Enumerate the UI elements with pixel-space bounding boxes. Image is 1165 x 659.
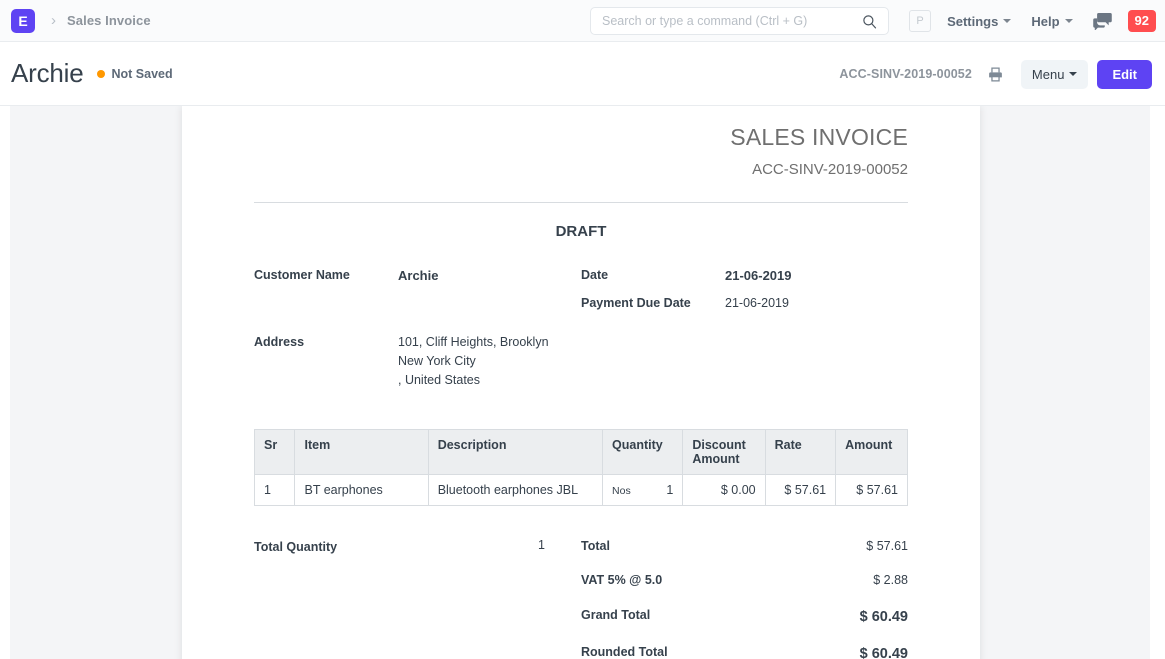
invoice-heading: SALES INVOICE xyxy=(254,124,908,151)
divider xyxy=(254,202,908,203)
workspace: SALES INVOICE ACC-SINV-2019-00052 DRAFT … xyxy=(0,106,1165,659)
address-field: Address 101, Cliff Heights, Brooklyn New… xyxy=(254,333,581,391)
rounded-total-row: Rounded Total $ 60.49 xyxy=(581,644,908,659)
total-quantity-value: 1 xyxy=(538,538,545,659)
total-row: Total $ 57.61 xyxy=(581,538,908,556)
date-field: Date 21-06-2019 xyxy=(581,266,908,286)
cell-item: BT earphones xyxy=(295,474,428,505)
totals-right-column: Total $ 57.61 VAT 5% @ 5.0 $ 2.88 Grand … xyxy=(581,538,908,659)
payment-due-date-value: 21-06-2019 xyxy=(725,294,789,313)
chevron-down-icon xyxy=(1065,19,1073,23)
cell-description: Bluetooth earphones JBL xyxy=(428,474,602,505)
app-logo-letter: E xyxy=(18,13,27,29)
cell-discount-amount: $ 0.00 xyxy=(683,474,765,505)
tax-row: VAT 5% @ 5.0 $ 2.88 xyxy=(581,572,908,590)
cell-amount: $ 57.61 xyxy=(836,474,908,505)
address-line-2: New York City xyxy=(398,352,549,371)
payment-due-date-label: Payment Due Date xyxy=(581,294,725,313)
address-label: Address xyxy=(254,333,398,391)
page-title: Archie xyxy=(11,58,84,89)
breadcrumb-sales-invoice[interactable]: Sales Invoice xyxy=(67,13,151,28)
total-quantity-field: Total Quantity 1 xyxy=(254,538,581,659)
top-navbar: E › Sales Invoice P Settings Help 92 xyxy=(0,0,1165,42)
print-preview-sheet: SALES INVOICE ACC-SINV-2019-00052 DRAFT … xyxy=(182,106,980,659)
total-value: $ 57.61 xyxy=(866,538,908,556)
col-header-amount: Amount xyxy=(836,429,908,474)
chevron-right-icon: › xyxy=(51,13,56,28)
navbar-right-group: P Settings Help 92 xyxy=(909,0,1156,42)
page-background-right xyxy=(980,106,1150,659)
cell-quantity: Nos 1 xyxy=(603,474,683,505)
page-header: Archie Not Saved ACC-SINV-2019-00052 Men… xyxy=(0,42,1165,106)
search-icon[interactable] xyxy=(862,14,888,29)
invoice-subheading: ACC-SINV-2019-00052 xyxy=(254,161,908,178)
info-row-1: Customer Name Archie Date 21-06-2019 Pay… xyxy=(254,266,908,314)
status-label: Not Saved xyxy=(112,67,173,81)
cell-rate: $ 57.61 xyxy=(765,474,836,505)
edit-button[interactable]: Edit xyxy=(1097,60,1152,89)
col-header-item: Item xyxy=(295,429,428,474)
chevron-down-icon xyxy=(1069,72,1077,76)
table-row: 1 BT earphones Bluetooth earphones JBL N… xyxy=(255,474,908,505)
rounded-total-value: $ 60.49 xyxy=(860,644,908,659)
col-header-rate: Rate xyxy=(765,429,836,474)
cell-sr: 1 xyxy=(255,474,295,505)
date-label: Date xyxy=(581,266,725,286)
address-value: 101, Cliff Heights, Brooklyn New York Ci… xyxy=(398,333,549,391)
grand-total-value: $ 60.49 xyxy=(860,607,908,627)
tax-value: $ 2.88 xyxy=(873,572,908,590)
page-header-actions: ACC-SINV-2019-00052 Menu Edit xyxy=(839,42,1152,106)
document-id: ACC-SINV-2019-00052 xyxy=(839,67,972,81)
menu-button[interactable]: Menu xyxy=(1021,60,1089,89)
date-value: 21-06-2019 xyxy=(725,266,792,286)
notification-badge[interactable]: 92 xyxy=(1128,10,1156,32)
tax-label: VAT 5% @ 5.0 xyxy=(581,572,725,590)
global-search[interactable] xyxy=(590,7,889,35)
status-badge: Not Saved xyxy=(97,67,173,81)
cell-quantity-uom: Nos xyxy=(612,485,631,497)
nav-help-label: Help xyxy=(1031,14,1059,29)
total-label: Total xyxy=(581,538,725,556)
app-logo-icon[interactable]: E xyxy=(11,9,35,33)
address-line-3: , United States xyxy=(398,371,549,390)
col-header-quantity: Quantity xyxy=(603,429,683,474)
chevron-down-icon xyxy=(1003,19,1011,23)
cell-quantity-value: 1 xyxy=(666,483,673,497)
total-quantity-label: Total Quantity xyxy=(254,538,337,659)
col-header-sr: Sr xyxy=(255,429,295,474)
grand-total-row: Grand Total $ 60.49 xyxy=(581,607,908,627)
rounded-total-label: Rounded Total xyxy=(581,644,725,659)
nav-help-menu[interactable]: Help xyxy=(1031,14,1072,29)
address-line-1: 101, Cliff Heights, Brooklyn xyxy=(398,333,549,352)
invoice-status-text: DRAFT xyxy=(254,223,908,240)
table-header-row: Sr Item Description Quantity Discount Am… xyxy=(255,429,908,474)
customer-name-field: Customer Name Archie xyxy=(254,266,581,314)
search-input[interactable] xyxy=(591,14,862,28)
nav-settings-menu[interactable]: Settings xyxy=(947,14,1011,29)
info-row-2: Address 101, Cliff Heights, Brooklyn New… xyxy=(254,333,908,391)
print-icon[interactable] xyxy=(987,66,1004,83)
totals-section: Total Quantity 1 Total $ 57.61 VAT 5% @ … xyxy=(254,538,908,659)
items-table: Sr Item Description Quantity Discount Am… xyxy=(254,429,908,506)
nav-settings-label: Settings xyxy=(947,14,998,29)
menu-button-label: Menu xyxy=(1032,67,1065,82)
page-background-left xyxy=(10,106,182,659)
avatar-letter: P xyxy=(916,15,923,27)
customer-name-value: Archie xyxy=(398,266,438,314)
chat-icon[interactable] xyxy=(1093,13,1112,30)
info-row-2-right xyxy=(581,333,908,391)
customer-name-label: Customer Name xyxy=(254,266,398,314)
payment-due-date-field: Payment Due Date 21-06-2019 xyxy=(581,294,908,313)
date-fields: Date 21-06-2019 Payment Due Date 21-06-2… xyxy=(581,266,908,314)
grand-total-label: Grand Total xyxy=(581,607,725,627)
col-header-description: Description xyxy=(428,429,602,474)
avatar[interactable]: P xyxy=(909,10,931,32)
status-dot-icon xyxy=(97,70,105,78)
col-header-discount-amount: Discount Amount xyxy=(683,429,765,474)
